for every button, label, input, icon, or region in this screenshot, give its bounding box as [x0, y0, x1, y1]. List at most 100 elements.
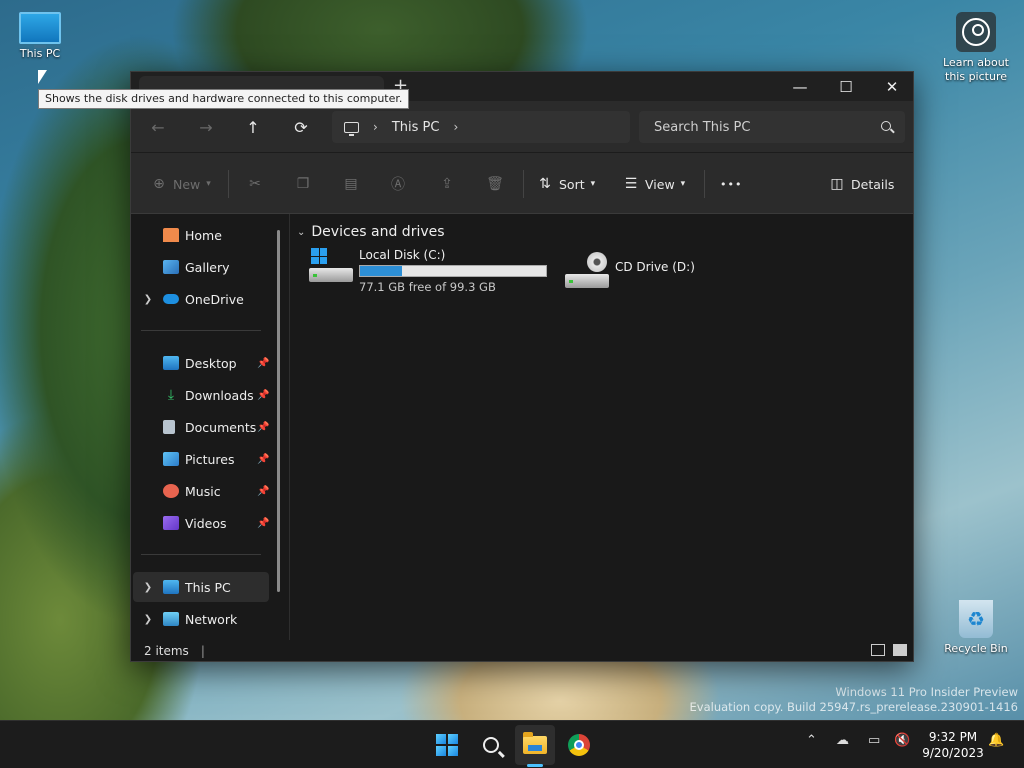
- desktop-icon-recycle-bin[interactable]: ♻ Recycle Bin: [940, 600, 1012, 656]
- breadcrumb-chevron-end-icon[interactable]: ›: [453, 120, 458, 134]
- view-button[interactable]: ☰ View ▾: [623, 173, 685, 195]
- pin-icon[interactable]: 📌: [257, 454, 269, 465]
- clock-time: 9:32 PM: [928, 730, 978, 744]
- search-placeholder: Search This PC: [654, 119, 751, 135]
- sort-label: Sort: [559, 176, 585, 192]
- pin-icon[interactable]: 📌: [257, 390, 269, 401]
- nav-item-music[interactable]: Music 📌: [133, 476, 269, 506]
- nav-item-this-pc[interactable]: ❯ This PC: [133, 572, 269, 602]
- taskbar-search-button[interactable]: [471, 725, 511, 765]
- breadcrumb-chevron-icon[interactable]: ›: [373, 120, 378, 134]
- desktop-icon-learn-about-picture[interactable]: Learn about this picture: [940, 12, 1012, 84]
- pin-icon[interactable]: 📌: [257, 422, 269, 433]
- active-app-indicator: [527, 764, 543, 767]
- chevron-down-icon: ▾: [680, 179, 686, 189]
- pin-icon[interactable]: 📌: [257, 358, 269, 369]
- details-button[interactable]: ◫ Details: [829, 173, 894, 195]
- view-list-icon: ☰: [624, 176, 638, 192]
- expand-chevron-icon[interactable]: ❯: [133, 582, 163, 593]
- expand-chevron-icon[interactable]: ❯: [133, 294, 163, 305]
- refresh-button[interactable]: ⟳: [290, 117, 312, 139]
- nav-item-desktop[interactable]: Desktop 📌: [133, 348, 269, 378]
- new-button[interactable]: ⊕ New ▾: [151, 173, 211, 195]
- group-header[interactable]: ⌄ Devices and drives: [297, 224, 445, 240]
- drive-c[interactable]: Local Disk (C:) 77.1 GB free of 99.3 GB: [309, 248, 547, 298]
- onedrive-tray-icon[interactable]: ☁: [836, 733, 849, 748]
- computer-icon: [344, 121, 359, 136]
- details-pane-icon: ◫: [830, 176, 844, 192]
- pin-icon[interactable]: 📌: [257, 486, 269, 497]
- nav-item-home[interactable]: Home: [133, 220, 269, 250]
- notification-bell-icon[interactable]: 🔔: [988, 733, 1004, 748]
- search-input[interactable]: Search This PC: [639, 111, 905, 143]
- back-button[interactable]: ←: [147, 117, 169, 139]
- nav-scrollbar[interactable]: [277, 230, 280, 592]
- status-divider: |: [200, 644, 205, 658]
- pin-icon[interactable]: 📌: [257, 518, 269, 529]
- taskbar-chrome[interactable]: [559, 725, 599, 765]
- taskbar-file-explorer[interactable]: [515, 725, 555, 765]
- nav-item-documents[interactable]: Documents 📌: [133, 412, 269, 442]
- breadcrumb-this-pc[interactable]: This PC: [392, 120, 440, 135]
- drive-d-name: CD Drive (D:): [615, 260, 695, 274]
- watermark-line2: Evaluation copy. Build 25947.rs_prerelea…: [689, 700, 1018, 714]
- mouse-cursor-icon: [38, 70, 47, 84]
- nav-item-gallery[interactable]: Gallery: [133, 252, 269, 282]
- command-bar: ⊕ New ▾ ✂ ❐ ▤ Ⓐ ⇪ 🗑 ⇅ Sort ▾ ☰ View ▾ ••…: [131, 153, 913, 214]
- search-icon[interactable]: [881, 121, 891, 131]
- home-icon: [163, 228, 179, 242]
- trash-icon: 🗑: [486, 176, 504, 192]
- recycle-bin-icon: ♻: [959, 600, 993, 638]
- minimize-button[interactable]: —: [777, 72, 823, 101]
- drive-c-usage-fill: [360, 266, 402, 276]
- windows-logo-icon: [311, 248, 327, 264]
- desktop-icon-this-pc[interactable]: This PC: [8, 12, 72, 61]
- sort-button[interactable]: ⇅ Sort ▾: [537, 173, 595, 195]
- pane-divider[interactable]: [289, 214, 290, 640]
- forward-button[interactable]: →: [195, 117, 217, 139]
- view-label: View: [645, 176, 675, 192]
- details-view-toggle-icon[interactable]: [871, 644, 885, 656]
- network-tray-icon[interactable]: ▭: [868, 733, 880, 748]
- nav-label-gallery: Gallery: [185, 259, 230, 275]
- nav-item-onedrive[interactable]: ❯ OneDrive: [133, 284, 269, 314]
- more-options-button[interactable]: •••: [720, 173, 742, 195]
- download-arrow-icon: ⤓: [167, 387, 175, 403]
- gallery-icon: [163, 260, 179, 274]
- videos-icon: [163, 516, 179, 530]
- share-button[interactable]: ⇪: [439, 173, 455, 195]
- drive-d[interactable]: CD Drive (D:): [565, 252, 695, 302]
- start-button[interactable]: [427, 725, 467, 765]
- show-hidden-icons-chevron-icon[interactable]: ⌃: [806, 733, 817, 748]
- nav-label-network: Network: [185, 611, 238, 627]
- chevron-down-icon: ▾: [206, 179, 211, 189]
- drive-c-usage-bar: [359, 265, 547, 277]
- nav-item-downloads[interactable]: ⤓ Downloads 📌: [133, 380, 270, 410]
- content-area: ⌄ Devices and drives Local Disk (C:) 77.…: [291, 214, 913, 631]
- copy-button[interactable]: ❐: [295, 173, 311, 195]
- clock[interactable]: 9:32 PM 9/20/2023: [921, 729, 985, 761]
- nav-item-pictures[interactable]: Pictures 📌: [133, 444, 269, 474]
- nav-divider: [141, 554, 261, 555]
- delete-button[interactable]: 🗑: [486, 173, 504, 195]
- divider: [523, 170, 524, 198]
- close-button[interactable]: ✕: [869, 72, 915, 101]
- nav-item-videos[interactable]: Videos 📌: [133, 508, 269, 538]
- nav-item-network[interactable]: ❯ Network: [133, 604, 269, 634]
- tooltip: Shows the disk drives and hardware conne…: [38, 89, 410, 109]
- up-button[interactable]: ↑: [242, 117, 264, 139]
- maximize-button[interactable]: ☐: [823, 72, 869, 101]
- rename-button[interactable]: Ⓐ: [390, 173, 406, 195]
- taskbar: ⌃ ☁ ▭ 🔇 9:32 PM 9/20/2023 🔔: [0, 720, 1024, 768]
- music-icon: [163, 484, 179, 498]
- tiles-view-toggle-icon[interactable]: [893, 644, 907, 656]
- chevron-down-icon: ▾: [590, 179, 596, 189]
- expand-chevron-icon[interactable]: ❯: [133, 614, 163, 625]
- learn-about-picture-icon: [956, 12, 996, 52]
- network-icon: [163, 612, 179, 626]
- volume-muted-icon[interactable]: 🔇: [894, 733, 910, 748]
- nav-label-this-pc: This PC: [185, 579, 231, 595]
- cut-button[interactable]: ✂: [247, 173, 263, 195]
- paste-button[interactable]: ▤: [343, 173, 359, 195]
- address-bar[interactable]: › This PC ›: [332, 111, 630, 143]
